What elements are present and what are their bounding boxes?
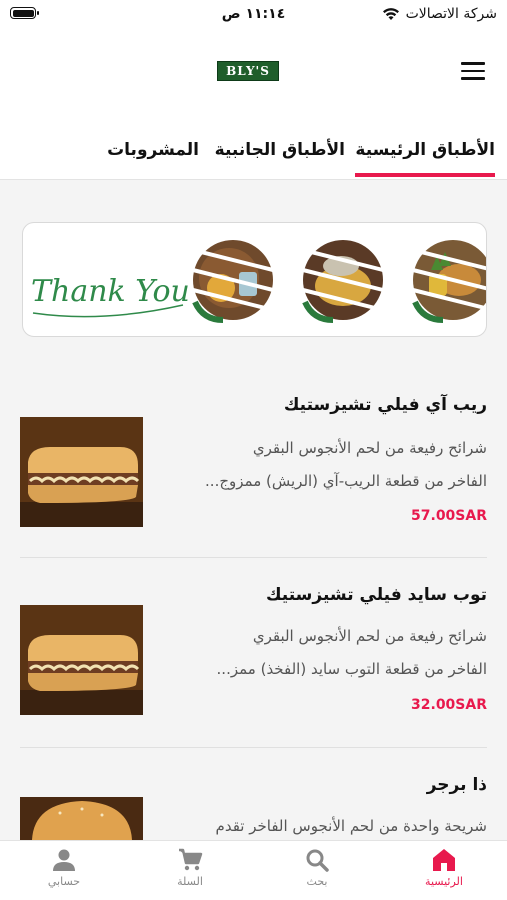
- bottom-navigation: الرئيسية بحث السلة حسابي: [0, 840, 507, 900]
- category-tabs: الأطباق الرئيسية الأطباق الجانبية المشرو…: [0, 118, 507, 180]
- menu-button[interactable]: [461, 62, 485, 80]
- item-description: شرائح رفيعة من لحم الأنجوس البقري الفاخر…: [205, 439, 487, 490]
- item-image: [20, 417, 143, 527]
- brand-logo: BLY'S: [217, 61, 279, 81]
- item-title: ريب آي فيلي تشيزستيك: [283, 395, 487, 415]
- nav-search[interactable]: بحث: [277, 847, 357, 888]
- item-title: ذا برجر: [426, 775, 487, 795]
- logo-text: BLY'S: [226, 64, 270, 78]
- nav-home-label: الرئيسية: [425, 875, 463, 888]
- carrier-name: شركة الاتصالات: [405, 6, 497, 22]
- item-price: 57.00SAR: [411, 508, 487, 524]
- banner-text: Thank You: [31, 274, 190, 309]
- nav-account[interactable]: حسابي: [24, 847, 104, 888]
- banner-graphic: Thank You: [31, 240, 486, 323]
- app-header: BLY'S: [0, 30, 507, 118]
- home-icon: [433, 849, 455, 871]
- tab-drinks[interactable]: المشروبات: [107, 140, 199, 160]
- nav-cart-label: السلة: [177, 875, 203, 888]
- status-carrier: شركة الاتصالات: [382, 6, 497, 22]
- nav-home[interactable]: الرئيسية: [404, 847, 484, 888]
- cart-icon: [179, 848, 203, 871]
- person-icon: [53, 849, 75, 871]
- item-divider: [20, 557, 487, 558]
- item-description: شريحة واحدة من لحم الأنجوس الفاخر تقدم: [215, 817, 487, 835]
- item-image: [20, 797, 143, 840]
- menu-icon: [461, 62, 485, 65]
- nav-account-label: حسابي: [47, 875, 81, 888]
- search-icon: [306, 849, 329, 872]
- item-price: 32.00SAR: [411, 697, 487, 713]
- nav-cart[interactable]: السلة: [150, 847, 230, 888]
- item-image: [20, 605, 143, 715]
- tab-main-dishes[interactable]: الأطباق الرئيسية: [355, 140, 495, 177]
- status-bar: ١١:١٤ ص شركة الاتصالات: [0, 0, 507, 30]
- tab-side-dishes[interactable]: الأطباق الجانبية: [215, 140, 345, 160]
- item-description: شرائح رفيعة من لحم الأنجوس البقري الفاخر…: [216, 627, 487, 678]
- item-title: توب سايد فيلي تشيزستيك: [265, 585, 487, 605]
- promo-banner[interactable]: Thank You: [22, 222, 487, 337]
- item-divider: [20, 747, 487, 748]
- nav-search-label: بحث: [306, 875, 328, 888]
- wifi-icon: [382, 8, 399, 20]
